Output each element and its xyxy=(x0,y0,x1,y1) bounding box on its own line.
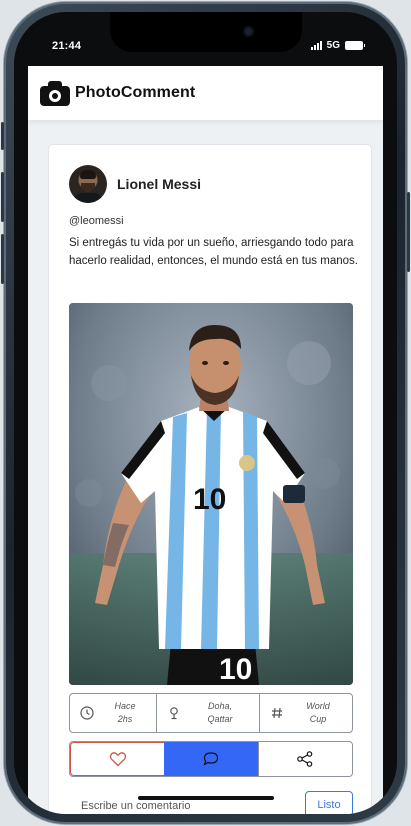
notch xyxy=(110,12,302,52)
avatar[interactable] xyxy=(69,165,107,203)
post-actions xyxy=(69,741,353,777)
jersey-number: 10 xyxy=(193,483,226,516)
shorts-number: 10 xyxy=(219,653,252,685)
post-card: Lionel Messi @leomessi Si entregás tu vi… xyxy=(48,144,372,814)
clock-icon xyxy=(80,706,94,720)
meta-location-line2: Qattar xyxy=(207,714,233,724)
meta-tag: World Cup xyxy=(259,694,352,732)
like-button[interactable] xyxy=(70,742,165,776)
signal-icon xyxy=(310,41,322,50)
heart-icon xyxy=(109,752,126,767)
comment-input[interactable] xyxy=(69,791,279,814)
submit-comment-button[interactable]: Listo xyxy=(305,791,353,814)
location-pin-icon xyxy=(170,707,178,720)
comment-composer: Listo xyxy=(69,791,353,814)
network-label: 5G xyxy=(326,40,340,51)
comment-button[interactable] xyxy=(164,742,258,776)
power-button xyxy=(407,192,410,272)
share-icon xyxy=(297,751,313,767)
meta-time-line2: 2hs xyxy=(117,714,133,724)
post-photo[interactable]: 10 10 xyxy=(69,303,353,685)
author-handle: @leomessi xyxy=(69,215,124,227)
post-author[interactable]: Lionel Messi xyxy=(69,165,201,203)
app-container: PhotoComment Lionel Messi @leomessi Si e… xyxy=(28,66,383,814)
meta-tag-line2: Cup xyxy=(309,714,327,724)
volume-down-button xyxy=(1,234,4,284)
battery-icon xyxy=(345,41,365,50)
player-photo: 10 10 xyxy=(69,303,353,685)
author-name[interactable]: Lionel Messi xyxy=(117,176,201,192)
post-meta: Hace 2hs Doha, Qattar World Cup xyxy=(69,693,353,733)
front-camera-icon xyxy=(243,26,254,37)
phone-frame: 21:44 5G PhotoComment Lionel Messi @leom… xyxy=(1,2,410,824)
camera-icon xyxy=(40,80,70,106)
hashtag-icon xyxy=(272,707,282,719)
status-time: 21:44 xyxy=(52,40,82,52)
phone-screen: 21:44 5G PhotoComment Lionel Messi @leom… xyxy=(14,12,397,814)
meta-location-line1: Doha, xyxy=(207,700,233,711)
post-caption: Si entregás tu vida por un sueño, arries… xyxy=(69,237,358,267)
meta-tag-line1: World xyxy=(306,700,330,711)
app-bar: PhotoComment xyxy=(28,66,383,120)
app-title: PhotoComment xyxy=(75,84,196,101)
meta-time-line1: Hace xyxy=(114,700,136,711)
comment-bubble-icon xyxy=(203,752,219,766)
meta-location: Doha, Qattar xyxy=(156,694,259,732)
home-indicator[interactable] xyxy=(138,796,274,800)
meta-time: Hace 2hs xyxy=(70,694,156,732)
volume-up-button xyxy=(1,172,4,222)
share-button[interactable] xyxy=(257,742,352,776)
mute-switch xyxy=(1,122,4,150)
status-icons: 5G xyxy=(310,40,365,51)
